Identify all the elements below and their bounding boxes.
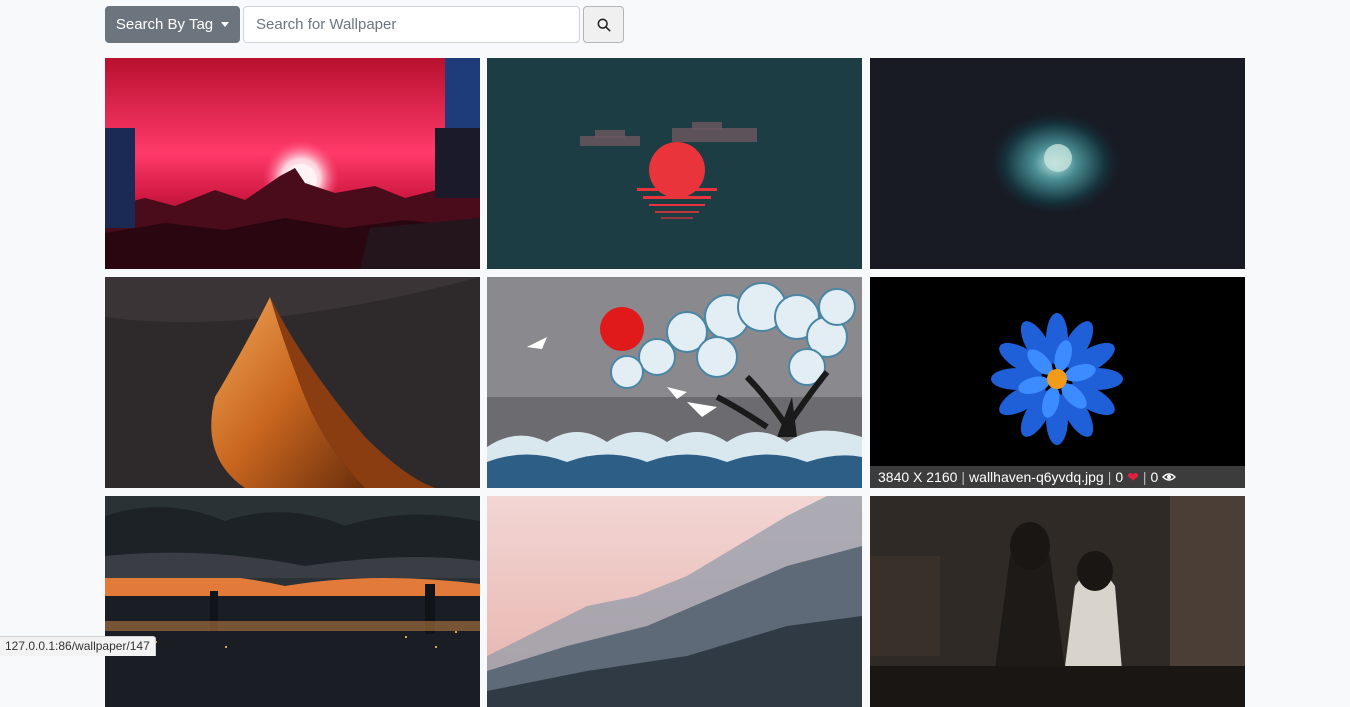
search-icon: [597, 18, 610, 31]
search-by-tag-label: Search By Tag: [115, 16, 214, 33]
wallpaper-thumbnail: [487, 277, 862, 488]
separator: |: [1107, 469, 1112, 485]
search-button[interactable]: [583, 6, 624, 43]
search-toolbar: Search By Tag: [105, 6, 624, 43]
wallpaper-thumbnail: [870, 58, 1245, 269]
wallpaper-thumbnail: [487, 58, 862, 269]
views-count: 0: [1150, 469, 1159, 485]
likes-count: 0: [1115, 469, 1124, 485]
search-input[interactable]: [243, 6, 580, 43]
wallpaper-tile[interactable]: [487, 58, 862, 269]
search-by-tag-dropdown[interactable]: Search By Tag: [105, 6, 240, 43]
separator: |: [961, 469, 966, 485]
wallpaper-thumbnail: [870, 277, 1245, 488]
filename-text: wallhaven-q6yvdq.jpg: [969, 469, 1104, 485]
wallpaper-info-overlay: 3840 X 2160 | wallhaven-q6yvdq.jpg | 0 ❤…: [870, 466, 1245, 488]
wallpaper-thumbnail: [105, 58, 480, 269]
wallpaper-tile[interactable]: [487, 496, 862, 707]
caret-down-icon: [221, 22, 230, 27]
eye-icon: [1162, 472, 1177, 482]
wallpaper-tile[interactable]: 3840 X 2160 | wallhaven-q6yvdq.jpg | 0 ❤…: [870, 277, 1245, 488]
wallpaper-thumbnail: [105, 496, 480, 707]
wallpaper-tile[interactable]: [105, 58, 480, 269]
wallpaper-thumbnail: [487, 496, 862, 707]
wallpaper-thumbnail: [870, 496, 1245, 707]
wallpaper-tile[interactable]: [105, 496, 480, 707]
resolution-text: 3840 X 2160: [878, 469, 958, 485]
wallpaper-thumbnail: [105, 277, 480, 488]
wallpaper-tile[interactable]: [870, 58, 1245, 269]
wallpaper-tile[interactable]: [487, 277, 862, 488]
wallpaper-tile[interactable]: [105, 277, 480, 488]
heart-icon[interactable]: ❤: [1127, 469, 1139, 486]
separator: |: [1142, 469, 1147, 485]
wallpaper-tile[interactable]: [870, 496, 1245, 707]
status-bar-url: 127.0.0.1:86/wallpaper/147: [0, 636, 156, 656]
